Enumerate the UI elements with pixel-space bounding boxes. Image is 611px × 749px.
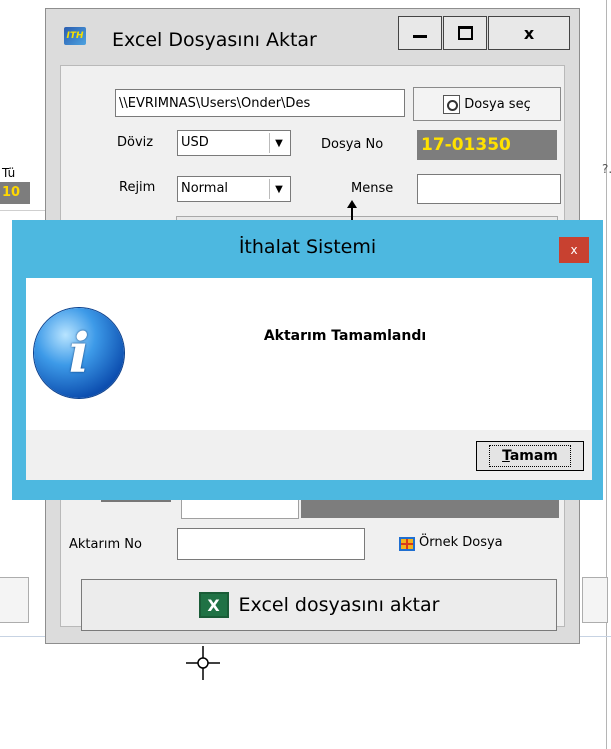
obscured-input[interactable] [181, 498, 299, 519]
doviz-value: USD [181, 135, 209, 150]
background-button-left[interactable] [0, 577, 29, 623]
file-path-input[interactable]: \\EVRIMNAS\Users\Onder\Des [115, 89, 405, 117]
dialog-titlebar[interactable]: İthalat Sistemi x [12, 220, 603, 276]
mense-label: Mense [351, 181, 394, 196]
rejim-label: Rejim [119, 180, 156, 195]
maximize-button[interactable] [443, 16, 487, 50]
file-select-button[interactable]: Dosya seç [413, 87, 561, 121]
maximize-icon [457, 26, 473, 40]
magnifier-icon [443, 94, 461, 114]
crosshair-cursor-icon [186, 646, 220, 680]
excel-import-button[interactable]: X Excel dosyasını aktar [81, 579, 557, 631]
mense-input[interactable] [417, 174, 561, 204]
file-select-label: Dosya seç [464, 96, 531, 112]
dialog-body: i Aktarım Tamamlandı [26, 278, 592, 430]
chevron-down-icon[interactable]: ▼ [269, 179, 288, 199]
background-value-cell: 10 [0, 182, 30, 204]
obscured-readonly-field [301, 498, 559, 518]
window-title: Excel Dosyasını Aktar [112, 29, 317, 51]
doviz-label: Döviz [117, 135, 154, 150]
background-button-right[interactable] [582, 577, 608, 623]
rejim-select[interactable]: Normal ▼ [177, 176, 291, 202]
app-logo-icon: ITH [64, 27, 86, 45]
table-icon[interactable] [399, 537, 415, 551]
dialog-footer: Tamam [26, 430, 592, 480]
dialog-message: Aktarım Tamamlandı [263, 328, 427, 344]
ok-button-label: Tamam [489, 445, 571, 467]
doviz-select[interactable]: USD ▼ [177, 130, 291, 156]
info-icon: i [34, 308, 124, 398]
dosya-no-label: Dosya No [321, 137, 384, 152]
background-right-label: ?. [602, 162, 611, 176]
dialog-title: İthalat Sistemi [238, 236, 377, 258]
aktarim-no-label: Aktarım No [69, 537, 142, 552]
chevron-down-icon[interactable]: ▼ [269, 133, 288, 153]
minimize-button[interactable] [398, 16, 442, 50]
ok-label-rest: amam [509, 448, 558, 464]
minimize-icon [413, 34, 427, 38]
dialog-close-button[interactable]: x [559, 237, 589, 263]
message-dialog: İthalat Sistemi x i Aktarım Tamamlandı T… [12, 220, 603, 500]
excel-icon: X [198, 592, 229, 618]
close-button[interactable]: x [488, 16, 570, 50]
aktarim-no-input[interactable] [177, 528, 365, 560]
ornek-dosya-link[interactable]: Örnek Dosya [419, 535, 503, 550]
ok-button[interactable]: Tamam [476, 441, 584, 471]
background-column-label: Tü [2, 166, 16, 180]
rejim-value: Normal [181, 181, 229, 196]
dosya-no-value: 17-01350 [417, 130, 557, 160]
excel-import-label: Excel dosyasını aktar [238, 594, 440, 616]
ok-mnemonic: T [502, 448, 510, 464]
window-titlebar[interactable]: ITH Excel Dosyasını Aktar x [46, 9, 579, 65]
